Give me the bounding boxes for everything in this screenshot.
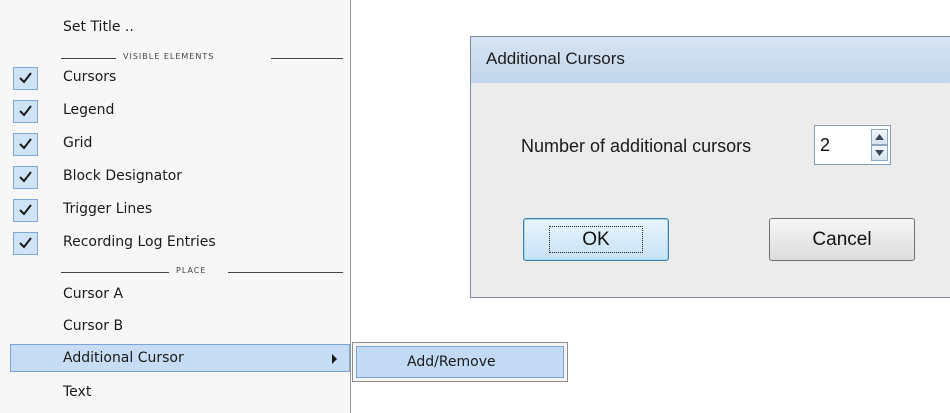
section-label-visible-elements: VISIBLE ELEMENTS bbox=[123, 52, 215, 61]
separator-line bbox=[61, 58, 116, 59]
separator-visible-elements: VISIBLE ELEMENTS bbox=[61, 51, 343, 65]
ok-button[interactable]: OK bbox=[523, 218, 669, 261]
chevron-right-icon bbox=[332, 354, 337, 364]
cursor-count-label: Number of additional cursors bbox=[521, 136, 752, 156]
check-icon bbox=[13, 67, 38, 90]
separator-line bbox=[271, 58, 343, 59]
menu-item-label: Cursor B bbox=[63, 318, 124, 334]
arrow-down-icon bbox=[875, 150, 884, 156]
spin-down-button[interactable] bbox=[871, 145, 888, 161]
submenu-item-add-remove[interactable]: Add/Remove bbox=[356, 346, 564, 378]
separator-line bbox=[228, 272, 343, 273]
menu-item-additional-cursor[interactable]: Additional Cursor bbox=[10, 344, 350, 372]
menu-item-label: Legend bbox=[63, 102, 115, 118]
menu-item-label: Cursors bbox=[63, 69, 117, 85]
dialog-titlebar[interactable]: Additional Cursors bbox=[471, 37, 950, 84]
section-label-place: PLACE bbox=[176, 266, 207, 275]
submenu-additional-cursor: Add/Remove bbox=[352, 342, 568, 382]
check-icon bbox=[13, 166, 38, 189]
check-icon bbox=[13, 133, 38, 156]
separator-place: PLACE bbox=[61, 265, 343, 279]
additional-cursors-dialog: Additional Cursors Number of additional … bbox=[470, 36, 950, 298]
menu-item-text[interactable]: Text bbox=[0, 379, 350, 407]
menu-item-label: Trigger Lines bbox=[63, 201, 153, 217]
menu-item-label: Text bbox=[63, 384, 92, 400]
check-icon bbox=[13, 199, 38, 222]
menu-item-label: Additional Cursor bbox=[63, 350, 184, 366]
menu-item-label: Cursor A bbox=[63, 286, 124, 302]
menu-item-recording-log-entries[interactable]: Recording Log Entries bbox=[0, 229, 350, 257]
menu-item-trigger-lines[interactable]: Trigger Lines bbox=[0, 196, 350, 224]
cursor-count-input[interactable] bbox=[818, 132, 872, 158]
menu-item-cursor-a[interactable]: Cursor A bbox=[0, 281, 350, 309]
dialog-title: Additional Cursors bbox=[486, 49, 625, 68]
separator-line bbox=[61, 272, 169, 273]
menu-item-label: Set Title .. bbox=[63, 19, 134, 35]
context-menu: Set Title .. VISIBLE ELEMENTS Cursors Le… bbox=[0, 0, 351, 413]
menu-item-set-title[interactable]: Set Title .. bbox=[0, 14, 350, 42]
check-icon bbox=[13, 100, 38, 123]
check-icon bbox=[13, 232, 38, 255]
menu-item-cursors[interactable]: Cursors bbox=[0, 64, 350, 92]
submenu-item-label: Add/Remove bbox=[407, 354, 496, 370]
menu-item-label: Recording Log Entries bbox=[63, 234, 216, 250]
spin-up-button[interactable] bbox=[871, 129, 888, 145]
arrow-up-icon bbox=[875, 134, 884, 140]
cursor-count-spinner[interactable] bbox=[814, 125, 891, 165]
dialog-body: Number of additional cursors OK Cancel bbox=[471, 83, 950, 297]
menu-item-label: Grid bbox=[63, 135, 93, 151]
cancel-button[interactable]: Cancel bbox=[769, 218, 915, 261]
menu-item-cursor-b[interactable]: Cursor B bbox=[0, 313, 350, 341]
ok-button-label: OK bbox=[549, 226, 643, 253]
menu-item-legend[interactable]: Legend bbox=[0, 97, 350, 125]
menu-item-label: Block Designator bbox=[63, 168, 183, 184]
menu-item-grid[interactable]: Grid bbox=[0, 130, 350, 158]
menu-item-block-designator[interactable]: Block Designator bbox=[0, 163, 350, 191]
cancel-button-label: Cancel bbox=[812, 229, 872, 250]
